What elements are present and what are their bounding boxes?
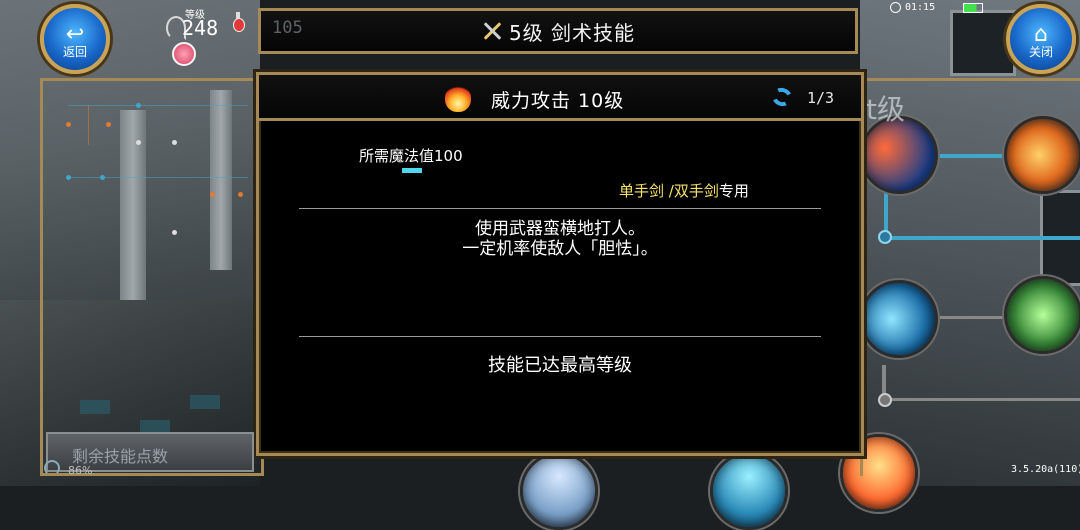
back-button[interactable]: ↩ 返回 (40, 4, 110, 74)
crossed-swords-icon (481, 20, 503, 42)
background-number: 105 (272, 18, 303, 38)
skill-category-title: 5级 剑术技能 (508, 20, 636, 45)
skill-detail-dialog: 威力攻击 10级 1/3 所需魔法值100 单手剑 /双手剑专用 使用武器蛮横地… (256, 72, 864, 456)
dialog-header: 威力攻击 10级 1/3 (259, 75, 861, 121)
back-button-label: 返回 (62, 45, 87, 59)
clock-time: 01:15 (905, 1, 936, 13)
skill-orb[interactable] (710, 452, 788, 530)
player-level: 248 (182, 16, 219, 40)
skill-category-title-bar: 5级 剑术技能 (258, 8, 858, 54)
battery-ring-icon (44, 460, 60, 476)
battery-icon (963, 3, 983, 13)
mp-cost-label: 所需魔法值100 (359, 147, 463, 165)
left-panel-frame (40, 78, 264, 476)
clock-icon (890, 1, 901, 13)
battery-percent: 86% (68, 464, 93, 477)
weapon-suffix: 专用 (718, 182, 749, 200)
page-indicator: 1/3 (807, 89, 835, 107)
skill-orb[interactable] (520, 452, 598, 530)
version-label: 3.5.20a(110) (1011, 464, 1080, 475)
gift-icon[interactable] (172, 42, 196, 66)
skill-name: 威力攻击 10级 (491, 90, 625, 112)
mp-bar (402, 168, 422, 173)
flame-icon (445, 84, 471, 112)
status-clock: 01:15 (890, 0, 935, 14)
cycle-arrows-icon[interactable] (770, 86, 796, 110)
weapon-requirement: 单手剑 /双手剑专用 (619, 180, 749, 201)
close-button-label: 关闭 (1028, 45, 1053, 59)
max-level-message: 技能已达最高等级 (488, 355, 632, 376)
right-panel-frame (860, 78, 1080, 476)
skill-description-line2: 一定机率使敌人「胆怯」。 (462, 239, 658, 259)
potion-icon[interactable] (231, 10, 245, 32)
skill-description-line1: 使用武器蛮横地打人。 (475, 219, 645, 239)
divider (299, 208, 821, 209)
divider (299, 336, 821, 337)
close-button[interactable]: ⌂ 关闭 (1006, 4, 1076, 74)
weapon-types: 单手剑 /双手剑 (619, 182, 719, 200)
